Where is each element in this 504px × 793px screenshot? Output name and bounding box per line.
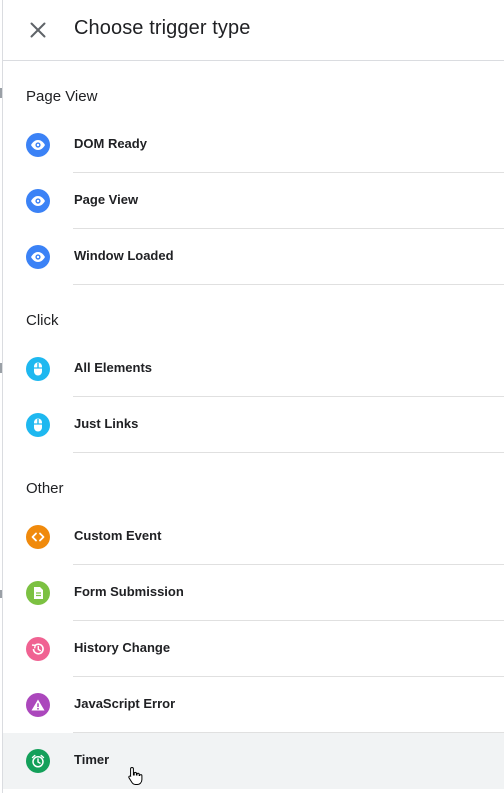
page-title: Choose trigger type: [74, 17, 251, 39]
trigger-item-timer[interactable]: Timer: [3, 733, 504, 789]
trigger-item-dom-ready[interactable]: DOM Ready: [3, 117, 504, 173]
divider: [73, 452, 504, 453]
trigger-item-all-elements[interactable]: All Elements: [3, 341, 504, 397]
trigger-item-history-change[interactable]: History Change: [3, 621, 504, 677]
trigger-item-form-submission[interactable]: Form Submission: [3, 565, 504, 621]
trigger-item-label: JavaScript Error: [74, 696, 176, 711]
code-icon: [26, 525, 50, 549]
mouse-icon: [26, 413, 50, 437]
trigger-item-label: Window Loaded: [74, 248, 174, 263]
trigger-item-just-links[interactable]: Just Links: [3, 397, 504, 453]
trigger-item-custom-event[interactable]: Custom Event: [3, 509, 504, 565]
eye-icon: [26, 133, 50, 157]
trigger-item-window-loaded[interactable]: Window Loaded: [3, 229, 504, 285]
warning-icon: [26, 693, 50, 717]
alarm-icon: [26, 749, 50, 773]
trigger-item-label: Timer: [74, 752, 110, 767]
divider: [73, 284, 504, 285]
trigger-item-label: History Change: [74, 640, 171, 655]
section-label-other: Other: [26, 480, 64, 497]
mouse-icon: [26, 357, 50, 381]
trigger-item-javascript-error[interactable]: JavaScript Error: [3, 677, 504, 733]
close-icon: [30, 22, 46, 38]
document-icon: [26, 581, 50, 605]
trigger-item-label: Form Submission: [74, 584, 184, 599]
panel-header: Choose trigger type: [3, 0, 504, 61]
section-label-page-view: Page View: [26, 88, 98, 105]
trigger-item-label: Page View: [74, 192, 139, 207]
trigger-item-label: Custom Event: [74, 528, 162, 543]
section-label-click: Click: [26, 312, 59, 329]
pointer-cursor-icon: [128, 766, 143, 785]
trigger-item-label: Just Links: [74, 416, 139, 431]
trigger-item-label: DOM Ready: [74, 136, 147, 151]
trigger-type-panel: Choose trigger type Page View DOM Ready …: [2, 0, 504, 793]
history-icon: [26, 637, 50, 661]
trigger-item-page-view[interactable]: Page View: [3, 173, 504, 229]
close-button[interactable]: [25, 17, 51, 43]
eye-icon: [26, 189, 50, 213]
trigger-item-label: All Elements: [74, 360, 153, 375]
eye-icon: [26, 245, 50, 269]
